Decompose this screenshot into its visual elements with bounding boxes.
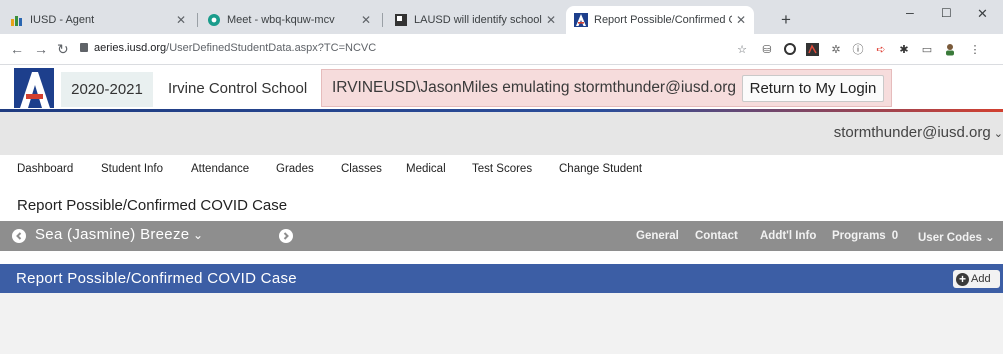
emulation-text: IRVINEUSD\JasonMiles emulating stormthun… [332, 79, 736, 96]
browser-tabstrip: IUSD - Agent ✕ Meet - wbq-kquw-mcv ✕ LAU… [0, 0, 1003, 34]
meet-icon [208, 14, 220, 26]
iusd-agent-icon [11, 16, 22, 26]
tab-divider [197, 13, 198, 27]
school-name[interactable]: Irvine Control School [168, 80, 307, 97]
user-email: stormthunder@iusd.org [833, 124, 991, 141]
add-button[interactable]: + Add [953, 270, 1000, 288]
content-area [0, 293, 1003, 354]
section-title: Report Possible/Confirmed COVID Case [16, 270, 297, 287]
student-bar: Sea (Jasmine) Breeze ⌄ General Contact A… [0, 221, 1003, 251]
maximize-icon[interactable]: ☐ [941, 6, 952, 20]
user-bar: stormthunder@iusd.org ⌄ [0, 112, 1003, 155]
close-window-icon[interactable]: ✕ [977, 6, 988, 22]
pdf-extension-icon[interactable] [805, 42, 819, 56]
nav-item-dashboard[interactable]: Dashboard [17, 163, 73, 175]
section-header: Report Possible/Confirmed COVID Case + A… [0, 264, 1003, 293]
reload-icon[interactable]: ↻ [57, 41, 69, 58]
extension-icon[interactable]: ⛁ [760, 42, 774, 56]
news-icon [395, 14, 407, 26]
emulation-banner: IRVINEUSD\JasonMiles emulating stormthun… [321, 69, 892, 107]
user-codes-label: User Codes [918, 232, 982, 244]
browser-tab[interactable]: IUSD - Agent ✕ [2, 6, 194, 34]
app-header: 2020-2021 Irvine Control School IRVINEUS… [0, 65, 1003, 112]
student-tab-contact[interactable]: Contact [695, 230, 738, 242]
address-bar[interactable]: aeries.iusd.org/UserDefinedStudentData.a… [80, 42, 376, 54]
browser-toolbar: ← → ↻ aeries.iusd.org/UserDefinedStudent… [0, 34, 1003, 65]
bookmark-star-icon[interactable]: ☆ [735, 42, 749, 56]
user-account-menu[interactable]: stormthunder@iusd.org ⌄ [834, 124, 1003, 141]
student-tab-programs[interactable]: Programs 0 [832, 230, 898, 242]
tab-divider [382, 13, 383, 27]
browser-tab-title: IUSD - Agent [30, 14, 95, 26]
browser-tab-title: Meet - wbq-kquw-mcv [227, 14, 335, 26]
page-title: Report Possible/Confirmed COVID Case [17, 197, 288, 214]
nav-item-change-student[interactable]: Change Student [559, 163, 642, 175]
add-button-label: Add [971, 273, 991, 285]
browser-tab-title: LAUSD will identify schools, class [414, 14, 542, 26]
minimize-icon[interactable]: – [906, 4, 914, 20]
return-to-login-button[interactable]: Return to My Login [742, 75, 884, 102]
nav-item-medical[interactable]: Medical [406, 163, 446, 175]
cast-icon[interactable]: ▭ [920, 42, 934, 56]
student-selector[interactable]: Sea (Jasmine) Breeze ⌄ [35, 226, 203, 243]
plus-circle-icon: + [956, 272, 969, 286]
new-tab-icon[interactable]: + [781, 11, 791, 28]
extensions-puzzle-icon[interactable]: ✱ [897, 42, 911, 56]
browser-tab[interactable]: LAUSD will identify schools, class ✕ [386, 6, 564, 34]
browser-tab-active[interactable]: Report Possible/Confirmed COVI ✕ [566, 6, 754, 34]
back-icon[interactable]: ← [10, 41, 24, 57]
nav-item-student-info[interactable]: Student Info [101, 163, 163, 175]
previous-student-icon[interactable] [12, 229, 26, 243]
profile-avatar-icon[interactable] [943, 42, 957, 56]
close-tab-icon[interactable]: ✕ [546, 13, 556, 27]
browser-menu-icon[interactable]: ⋮ [968, 42, 982, 56]
extension-icon[interactable]: ✲ [829, 42, 843, 56]
forward-icon[interactable]: → [34, 41, 48, 57]
close-tab-icon[interactable]: ✕ [736, 13, 746, 27]
next-student-icon[interactable] [279, 229, 293, 243]
browser-tab[interactable]: Meet - wbq-kquw-mcv ✕ [199, 6, 379, 34]
browser-tab-title: Report Possible/Confirmed COVI [594, 14, 732, 26]
aeries-icon [574, 13, 588, 27]
url-path: /UserDefinedStudentData.aspx?TC=NCVC [166, 42, 377, 54]
close-tab-icon[interactable]: ✕ [176, 13, 186, 27]
student-name: Sea (Jasmine) Breeze [35, 226, 190, 243]
aeries-logo-icon [14, 68, 54, 108]
lock-icon [80, 43, 88, 52]
nav-item-grades[interactable]: Grades [276, 163, 314, 175]
extension-icon[interactable]: ⓘ [851, 42, 865, 56]
chevron-down-icon: ⌄ [990, 128, 1003, 140]
aeries-logo[interactable] [14, 68, 54, 108]
programs-count-badge: 0 [891, 230, 899, 242]
url-host: aeries.iusd.org [94, 42, 167, 54]
student-tab-user-codes[interactable]: User Codes ⌄ [918, 230, 995, 244]
main-nav: Dashboard Student Info Attendance Grades… [0, 155, 1003, 185]
nav-item-attendance[interactable]: Attendance [191, 163, 249, 175]
programs-label: Programs [832, 230, 886, 242]
chevron-down-icon: ⌄ [981, 232, 995, 244]
nav-item-classes[interactable]: Classes [341, 163, 382, 175]
student-tab-addtl-info[interactable]: Addt'l Info [760, 230, 816, 242]
school-year-selector[interactable]: 2020-2021 [61, 72, 153, 107]
close-tab-icon[interactable]: ✕ [361, 13, 371, 27]
extension-icon[interactable] [783, 42, 797, 56]
student-tab-general[interactable]: General [636, 230, 679, 242]
extension-icon[interactable]: ➪ [874, 42, 888, 56]
nav-item-test-scores[interactable]: Test Scores [472, 163, 532, 175]
chevron-down-icon: ⌄ [189, 228, 204, 242]
